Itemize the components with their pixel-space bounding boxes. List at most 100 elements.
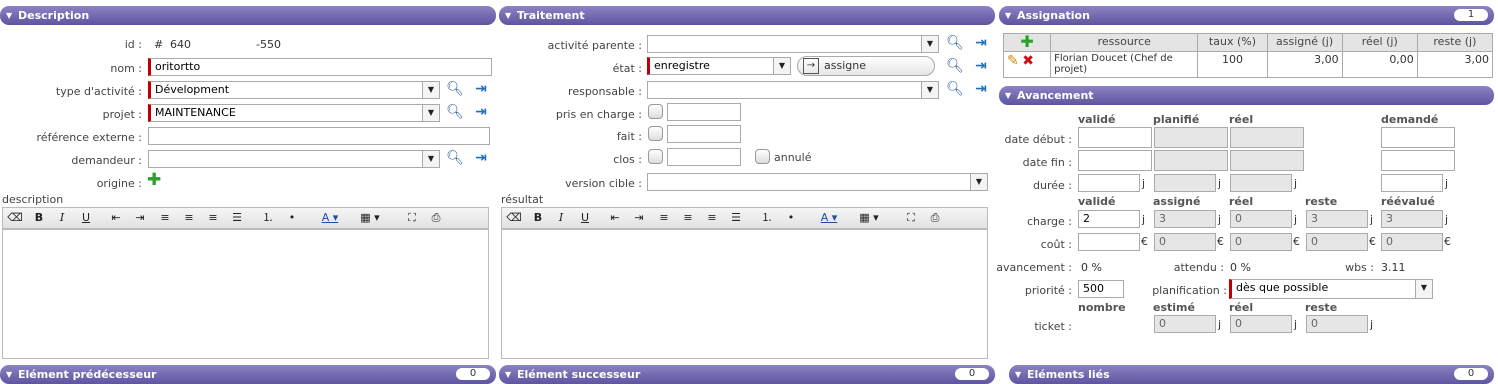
underline-button[interactable]: U (77, 210, 95, 226)
indent-icon[interactable]: ⇥ (131, 210, 149, 226)
align-justify-icon[interactable]: ☰ (727, 210, 745, 226)
fait-checkbox[interactable] (648, 126, 663, 141)
prise-checkbox[interactable] (648, 104, 663, 119)
ref-externe-input[interactable] (148, 127, 490, 145)
chevron-down-icon[interactable]: ▼ (422, 105, 439, 121)
date-fin-demande-input[interactable] (1381, 150, 1455, 171)
section-assignation-header[interactable]: ▼ Assignation 1 (999, 6, 1494, 25)
charge-valide-input[interactable]: 2 (1078, 210, 1140, 228)
underline-button[interactable]: U (576, 210, 594, 226)
clos-date-input[interactable] (667, 148, 741, 166)
italic-button[interactable]: I (552, 210, 570, 226)
version-select[interactable]: ▼ (647, 173, 988, 191)
annule-checkbox[interactable] (755, 149, 770, 164)
goto-icon[interactable]: ⇥ (472, 103, 490, 121)
section-title: Elément successeur (517, 368, 641, 381)
resultat-editor[interactable] (501, 229, 988, 359)
search-icon[interactable]: 🔍︎ (446, 80, 464, 98)
align-right-icon[interactable]: ≡ (703, 210, 721, 226)
priorite-input[interactable]: 500 (1078, 280, 1124, 298)
duree-demande-input[interactable] (1381, 174, 1443, 192)
assign-status-button[interactable]: → assigne (797, 56, 935, 76)
italic-button[interactable]: I (53, 210, 71, 226)
description-editor[interactable] (2, 229, 489, 359)
unordered-list-icon[interactable]: • (782, 210, 800, 226)
align-center-icon[interactable]: ≡ (679, 210, 697, 226)
date-debut-valide-input[interactable] (1078, 127, 1152, 148)
chevron-down-icon[interactable]: ▼ (422, 82, 439, 98)
section-predecesseur-header[interactable]: ▼ Elément prédécesseur 0 (0, 365, 496, 384)
section-avancement-header[interactable]: ▼ Avancement (999, 86, 1494, 105)
add-icon[interactable]: ✚ (1020, 32, 1033, 51)
align-left-icon[interactable]: ≡ (156, 210, 174, 226)
nom-input[interactable]: oritortto (148, 58, 492, 76)
outdent-icon[interactable]: ⇤ (107, 210, 125, 226)
outdent-icon[interactable]: ⇤ (606, 210, 624, 226)
ordered-list-icon[interactable]: ⒈ (259, 210, 277, 226)
chevron-down-icon[interactable]: ▼ (773, 58, 790, 74)
prise-date-input[interactable] (667, 103, 741, 121)
eraser-icon[interactable]: ⌫ (505, 210, 523, 226)
section-lies-header[interactable]: ▼ Eléments liés 0 (1009, 365, 1494, 384)
projet-select[interactable]: MAINTENANCE ▼ (148, 104, 440, 122)
goto-icon[interactable]: ⇥ (472, 149, 490, 167)
responsable-select[interactable]: ▼ (647, 81, 939, 99)
fait-date-input[interactable] (667, 125, 741, 143)
cout-valide-input[interactable] (1078, 233, 1140, 251)
parent-select[interactable]: ▼ (647, 35, 939, 53)
section-traitement-header[interactable]: ▼ Traitement (499, 6, 995, 25)
section-description-header[interactable]: ▼ Description (0, 6, 496, 25)
search-icon[interactable]: 🔍︎ (446, 103, 464, 121)
search-icon[interactable]: 🔍︎ (446, 149, 464, 167)
chevron-down-icon[interactable]: ▼ (1415, 280, 1432, 298)
align-right-icon[interactable]: ≡ (204, 210, 222, 226)
origine-label: origine : (96, 177, 142, 190)
add-origine-icon[interactable]: ✚ (147, 172, 161, 189)
unordered-list-icon[interactable]: • (283, 210, 301, 226)
etat-select[interactable]: enregistre ▼ (647, 57, 791, 75)
background-color-icon[interactable]: ▦ ▾ (854, 210, 884, 226)
search-icon[interactable]: 🔍︎ (946, 34, 964, 52)
goto-icon[interactable]: ⇥ (472, 80, 490, 98)
date-debut-demande-input[interactable] (1381, 127, 1455, 148)
print-icon[interactable]: ⎙ (427, 210, 445, 226)
duree-planifie-input (1154, 174, 1216, 192)
fullscreen-icon[interactable]: ⛶ (403, 210, 421, 226)
unit-j: j (1445, 177, 1449, 190)
goto-icon[interactable]: ⇥ (972, 57, 990, 75)
chevron-down-icon[interactable]: ▼ (921, 82, 938, 98)
chevron-down-icon[interactable]: ▼ (422, 151, 439, 167)
unit-j: j (1218, 213, 1222, 226)
demandeur-select[interactable]: ▼ (148, 150, 440, 168)
align-justify-icon[interactable]: ☰ (228, 210, 246, 226)
goto-icon[interactable]: ⇥ (972, 34, 990, 52)
background-color-icon[interactable]: ▦ ▾ (355, 210, 385, 226)
bold-button[interactable]: B (529, 210, 547, 226)
planification-select[interactable]: dès que possible ▼ (1229, 279, 1433, 299)
align-center-icon[interactable]: ≡ (180, 210, 198, 226)
row-actions: ✎ ✖ (1002, 51, 1052, 78)
section-title: Avancement (1017, 89, 1094, 102)
font-color-icon[interactable]: A ▾ (814, 210, 844, 226)
bold-button[interactable]: B (30, 210, 48, 226)
date-fin-valide-input[interactable] (1078, 150, 1152, 171)
edit-icon[interactable]: ✎ (1007, 53, 1019, 69)
search-icon[interactable]: 🔍︎ (946, 57, 964, 75)
chevron-down-icon[interactable]: ▼ (970, 174, 987, 190)
duree-valide-input[interactable] (1078, 174, 1140, 192)
ordered-list-icon[interactable]: ⒈ (758, 210, 776, 226)
type-select[interactable]: Dévelopment ▼ (148, 81, 440, 99)
font-color-icon[interactable]: A ▾ (315, 210, 345, 226)
chevron-down-icon[interactable]: ▼ (921, 36, 938, 52)
clos-checkbox[interactable] (648, 149, 663, 164)
add-assignment-cell[interactable]: ✚ (1002, 32, 1052, 52)
goto-icon[interactable]: ⇥ (972, 80, 990, 98)
section-successeur-header[interactable]: ▼ Elément successeur 0 (499, 365, 995, 384)
indent-icon[interactable]: ⇥ (630, 210, 648, 226)
fullscreen-icon[interactable]: ⛶ (902, 210, 920, 226)
align-left-icon[interactable]: ≡ (655, 210, 673, 226)
search-icon[interactable]: 🔍︎ (946, 80, 964, 98)
print-icon[interactable]: ⎙ (926, 210, 944, 226)
eraser-icon[interactable]: ⌫ (6, 210, 24, 226)
delete-icon[interactable]: ✖ (1022, 53, 1034, 69)
